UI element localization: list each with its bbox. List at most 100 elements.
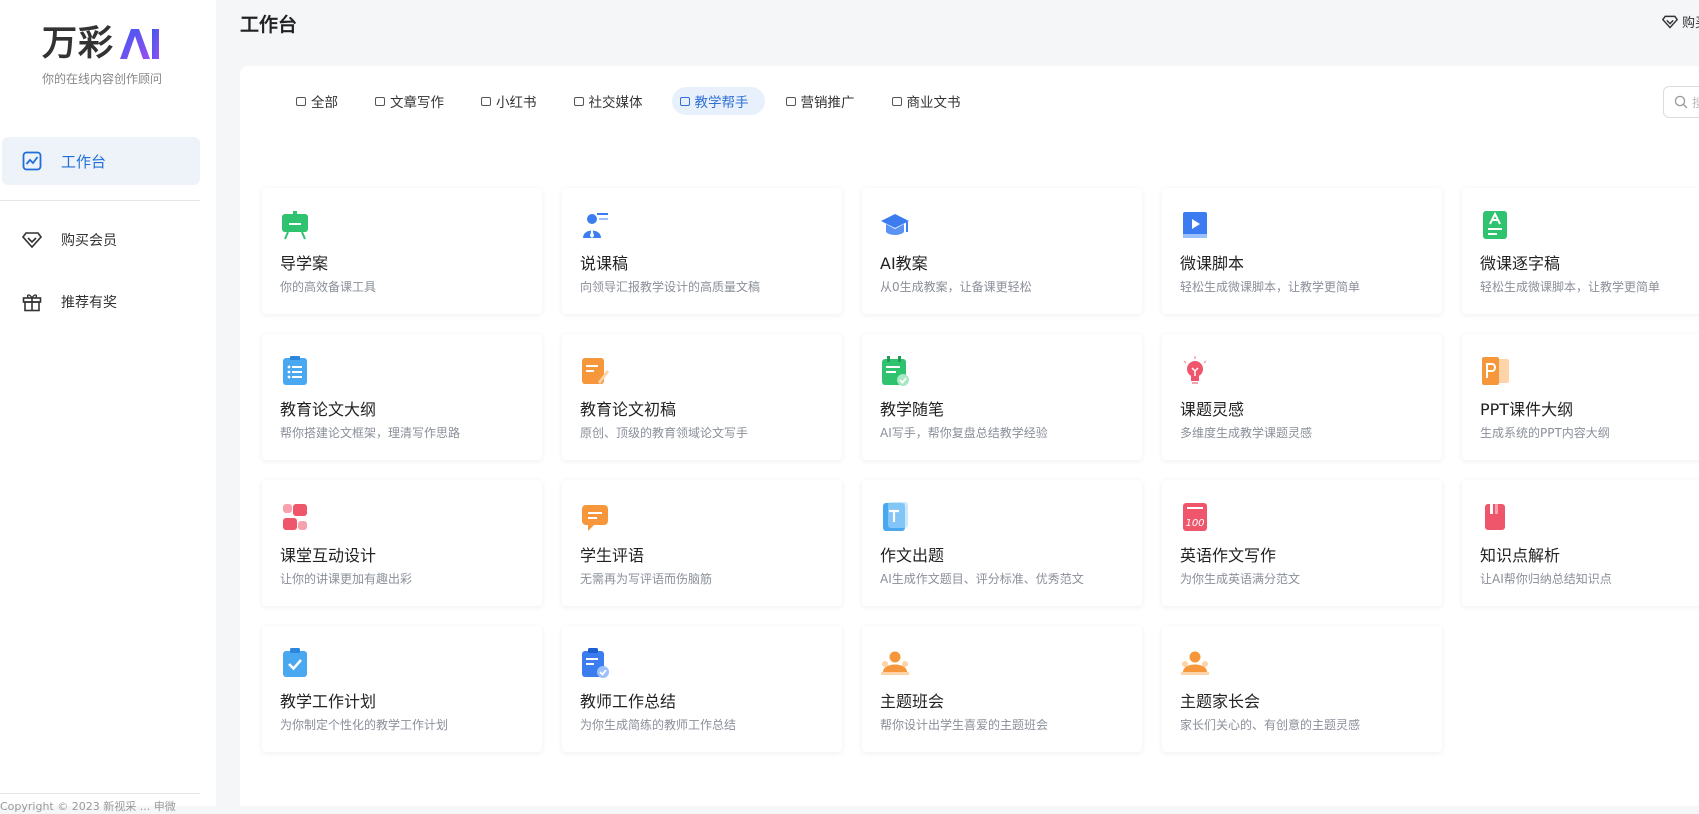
video-book-icon — [1183, 212, 1207, 238]
buy-vip-link[interactable]: 购买会员 — [1662, 12, 1699, 31]
sidebar-item-buy-vip[interactable]: 购买会员 — [2, 216, 200, 264]
sidebar-item-label: 推荐有奖 — [61, 295, 117, 311]
card-description: 为你制定个性化的教学工作计划 — [280, 718, 449, 732]
tool-card[interactable]: 知识点解析让AI帮你归纳总结知识点 — [1462, 480, 1699, 606]
search-icon — [1674, 95, 1688, 109]
tool-card[interactable]: 教育论文大纲 帮你搭建论文框架，理清写作思路 — [262, 334, 542, 460]
sidebar-item-referral[interactable]: 推荐有奖 — [2, 278, 200, 326]
diamond-icon — [1662, 15, 1678, 29]
letter-doc-icon — [1483, 211, 1507, 239]
card-description: 从0生成教案，让备课更轻松 — [880, 280, 1032, 294]
check-clipboard-icon — [283, 648, 307, 677]
card-description: 帮你设计出学生喜爱的主题班会 — [880, 718, 1049, 732]
tab-icon — [891, 96, 902, 106]
card-description: 你的高效备课工具 — [280, 280, 377, 294]
card-title: 教学随笔 — [880, 400, 945, 419]
tool-card[interactable]: 微课逐字稿 轻松生成微课脚本，让教学更简单 — [1462, 188, 1699, 314]
tab-label: 营销推广 — [800, 95, 855, 111]
search-placeholder: 搜索 — [1692, 95, 1699, 110]
search-input[interactable]: 搜索 — [1663, 86, 1699, 118]
list-doc-icon — [283, 356, 307, 385]
tool-card[interactable]: 微课脚本 轻松生成微课脚本，让教学更简单 — [1162, 188, 1442, 314]
card-title: AI教案 — [880, 254, 928, 273]
tab-business-docs[interactable]: 商业文书 — [884, 87, 977, 115]
tool-card[interactable]: 课堂互动设计 让你的讲课更加有趣出彩 — [262, 480, 542, 606]
tab-icon — [481, 96, 491, 106]
graduation-cap-icon — [881, 214, 909, 235]
tool-card[interactable]: 主题班会帮你设计出学生喜爱的主题班会 — [862, 626, 1142, 752]
card-description: 多维度生成教学课题灵感 — [1180, 426, 1313, 440]
tool-card[interactable]: 100 英语作文写作 为你生成英语满分范文 — [1162, 480, 1442, 606]
card-description: 轻松生成微课脚本，让教学更简单 — [1480, 280, 1661, 294]
card-title: 说课稿 — [580, 254, 629, 273]
text-doc-icon — [883, 502, 908, 531]
page-title: 工作台 — [240, 14, 298, 36]
gift-icon — [21, 291, 43, 313]
edit-doc-icon — [582, 358, 609, 384]
tool-card[interactable]: 说课稿 向领导汇报教学设计的高质量文稿 — [562, 188, 842, 314]
card-description: 帮你搭建论文框架，理清写作思路 — [280, 426, 461, 440]
tab-marketing[interactable]: 营销推广 — [778, 87, 871, 115]
tab-teaching-assistant[interactable]: 教学帮手 — [671, 87, 765, 115]
card-title: 教学工作计划 — [280, 692, 377, 711]
comment-icon — [582, 505, 608, 531]
card-title: 微课脚本 — [1180, 254, 1245, 273]
tab-all[interactable]: 全部 — [288, 87, 354, 115]
check-note-icon — [882, 356, 909, 386]
tab-label: 社交媒体 — [588, 95, 643, 111]
tab-icon — [679, 96, 690, 106]
tool-card[interactable]: 作文出题 AI生成作文题目、评分标准、优秀范文 — [862, 480, 1142, 606]
tool-card[interactable]: AI教案从0生成教案，让备课更轻松 — [862, 188, 1142, 314]
sidebar-item-label: 购买会员 — [61, 233, 117, 249]
interaction-icon — [283, 504, 307, 530]
card-title: 学生评语 — [580, 546, 645, 565]
tool-card[interactable]: 教师工作总结 为你生成简练的教师工作总结 — [562, 626, 842, 752]
tool-card[interactable]: 教学工作计划为你制定个性化的教学工作计划 — [262, 626, 542, 752]
lightbulb-icon — [1183, 356, 1207, 384]
tool-card[interactable]: PPT课件大纲生成系统的PPT内容大纲 — [1462, 334, 1699, 460]
tab-icon — [785, 96, 796, 106]
tab-label: 小红书 — [496, 95, 537, 111]
tool-card[interactable]: 学生评语 无需再为写评语而伤脑筋 — [562, 480, 842, 606]
tool-card[interactable]: 课题灵感 多维度生成教学课题灵感 — [1162, 334, 1442, 460]
card-title: 英语作文写作 — [1180, 546, 1277, 565]
chart-line-icon — [21, 150, 43, 172]
logo-text: 万彩 — [42, 24, 115, 64]
tab-label: 商业文书 — [906, 95, 961, 111]
tool-card[interactable]: 导学案 你的高效备课工具 — [262, 188, 542, 314]
tool-card[interactable]: 教学随笔 AI写手，帮你复盘总结教学经验 — [862, 334, 1142, 460]
tab-icon — [375, 96, 385, 106]
summary-clipboard-icon — [582, 648, 609, 678]
buy-vip-label: 购买会员 — [1682, 16, 1699, 31]
card-title: 教师工作总结 — [580, 692, 677, 711]
sidebar: 万彩 你的在线内容创作顾问 工作台 购买会员 推荐有奖 Copyright © … — [0, 0, 216, 813]
card-description: 原创、顶级的教育领域论文写手 — [580, 426, 749, 440]
parents-meeting-icon — [1181, 651, 1209, 675]
card-title: PPT课件大纲 — [1480, 400, 1574, 419]
tool-card[interactable]: 主题家长会 家长们关心的、有创意的主题灵感 — [1162, 626, 1442, 752]
ppt-icon — [1482, 357, 1509, 385]
card-description: 为你生成英语满分范文 — [1180, 572, 1301, 586]
app-logo[interactable]: 万彩 你的在线内容创作顾问 — [42, 24, 182, 87]
blackboard-icon — [282, 211, 308, 240]
card-title: 作文出题 — [880, 546, 945, 565]
card-description: 让你的讲课更加有趣出彩 — [280, 572, 413, 586]
tab-xiaohongshu[interactable]: 小红书 — [473, 87, 553, 115]
logo-slogan: 你的在线内容创作顾问 — [42, 72, 163, 86]
sidebar-divider — [0, 200, 200, 201]
card-title: 教育论文初稿 — [580, 400, 677, 419]
card-description: AI写手，帮你复盘总结教学经验 — [880, 426, 1048, 440]
card-title: 知识点解析 — [1480, 546, 1561, 565]
sidebar-item-workbench[interactable]: 工作台 — [2, 137, 200, 185]
copyright-text: Copyright © 2023 新视采 ... 申微 — [0, 800, 176, 813]
tab-article-writing[interactable]: 文章写作 — [367, 87, 460, 115]
tool-card[interactable]: 教育论文初稿原创、顶级的教育领域论文写手 — [562, 334, 842, 460]
card-title: 主题班会 — [880, 692, 945, 711]
card-description: AI生成作文题目、评分标准、优秀范文 — [880, 572, 1084, 586]
diamond-icon — [21, 229, 43, 251]
card-description: 生成系统的PPT内容大纲 — [1480, 426, 1610, 440]
logo-ai-icon — [120, 29, 160, 59]
tab-social-media[interactable]: 社交媒体 — [566, 87, 659, 115]
sidebar-item-label: 工作台 — [61, 152, 107, 171]
card-description: 让AI帮你归纳总结知识点 — [1480, 572, 1612, 586]
